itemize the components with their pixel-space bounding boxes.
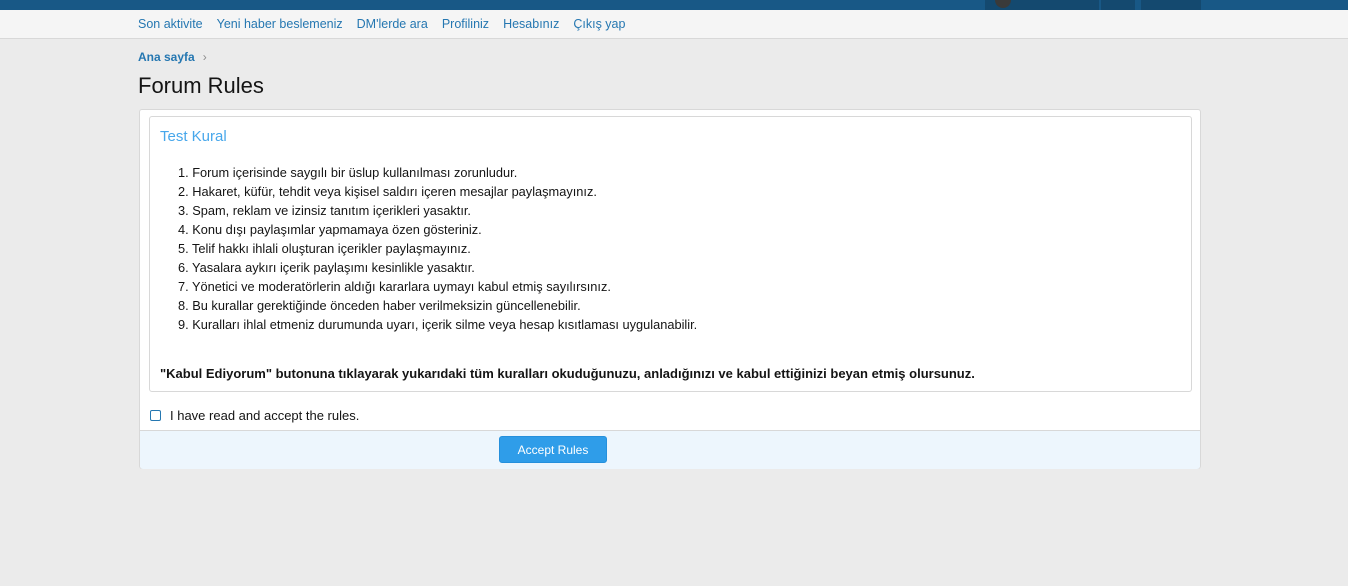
rules-title: Test Kural <box>160 128 227 145</box>
subnav-item-search-dms[interactable]: DM'lerde ara <box>357 17 428 31</box>
chevron-right-icon: › <box>202 50 207 64</box>
accept-rules-label[interactable]: I have read and accept the rules. <box>170 408 359 423</box>
subnav-item-news-feed[interactable]: Yeni haber beslemeniz <box>217 17 343 31</box>
form-footer: Accept Rules <box>140 430 1200 469</box>
accept-rules-checkbox[interactable] <box>150 410 161 421</box>
account-subnav: Son aktivite Yeni haber beslemeniz DM'le… <box>0 10 1348 39</box>
top-header-bar <box>0 0 1348 10</box>
breadcrumb-home-link[interactable]: Ana sayfa <box>138 50 195 64</box>
rule-item: 2. Hakaret, küfür, tehdit veya kişisel s… <box>178 184 597 199</box>
rule-item: 8. Bu kurallar gerektiğinde önceden habe… <box>178 298 581 313</box>
rule-item: 1. Forum içerisinde saygılı bir üslup ku… <box>178 165 518 180</box>
breadcrumb: Ana sayfa › <box>138 50 207 64</box>
subnav-item-account[interactable]: Hesabınız <box>503 17 559 31</box>
inbox-icon[interactable] <box>1065 0 1099 10</box>
rules-content-box: Test Kural 1. Forum içerisinde saygılı b… <box>149 116 1192 392</box>
rule-item: 5. Telif hakkı ihlali oluşturan içerikle… <box>178 241 471 256</box>
search-icon[interactable] <box>1141 0 1201 10</box>
rule-item: 6. Yasalara aykırı içerik paylaşımı kesi… <box>178 260 475 275</box>
rule-item: 9. Kuralları ihlal etmeniz durumunda uya… <box>178 317 698 332</box>
subnav-item-recent-activity[interactable]: Son aktivite <box>138 17 203 31</box>
rule-item: 7. Yönetici ve moderatörlerin aldığı kar… <box>178 279 611 294</box>
subnav-item-profile[interactable]: Profiliniz <box>442 17 489 31</box>
rule-item: 4. Konu dışı paylaşımlar yapmamaya özen … <box>178 222 482 237</box>
alerts-icon[interactable] <box>1101 0 1135 10</box>
subnav-item-logout[interactable]: Çıkış yap <box>573 17 625 31</box>
accept-rules-button[interactable]: Accept Rules <box>499 436 607 463</box>
rules-form-block: Test Kural 1. Forum içerisinde saygılı b… <box>139 109 1201 469</box>
rules-list: 1. Forum içerisinde saygılı bir üslup ku… <box>178 163 697 334</box>
accept-rules-row[interactable]: I have read and accept the rules. <box>150 408 359 423</box>
page-title: Forum Rules <box>138 73 264 98</box>
rules-acceptance-note: "Kabul Ediyorum" butonuna tıklayarak yuk… <box>160 366 975 381</box>
rule-item: 3. Spam, reklam ve izinsiz tanıtım içeri… <box>178 203 471 218</box>
